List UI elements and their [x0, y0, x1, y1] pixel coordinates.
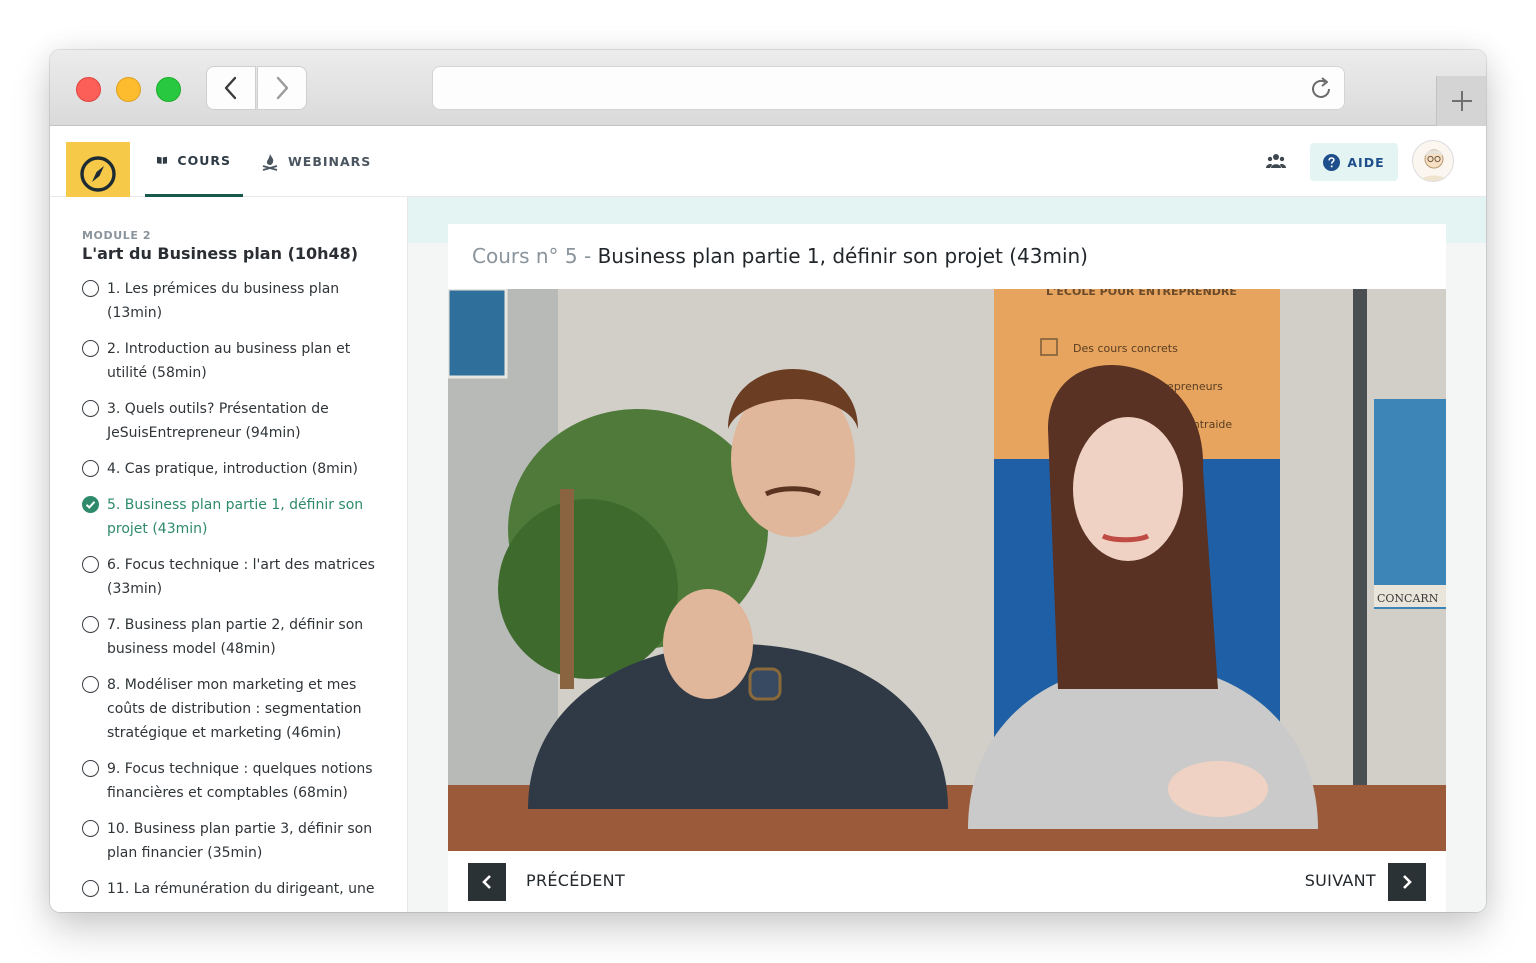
lesson-label: 4. Cas pratique, introduction (8min) [107, 461, 359, 477]
lesson-item-6[interactable]: 6. Focus technique : l'art des matrices … [82, 553, 382, 601]
plus-icon [1451, 91, 1472, 111]
banner-line-1: Des cours concrets [1073, 342, 1178, 355]
lesson-item-11[interactable]: 11. La rémunération du dirigeant, une [82, 877, 382, 901]
lesson-item-7[interactable]: 7. Business plan partie 2, définir son b… [82, 613, 382, 661]
lesson-label: 1. Les prémices du business plan (13min) [107, 281, 340, 321]
lesson-label: 6. Focus technique : l'art des matrices … [107, 557, 375, 597]
lesson-label: 5. Business plan partie 1, définir son p… [107, 497, 364, 537]
course-name: Business plan partie 1, définir son proj… [597, 244, 1088, 268]
lesson-label: 3. Quels outils? Présentation de JeSuisE… [107, 401, 329, 441]
lesson-item-2[interactable]: 2. Introduction au business plan et util… [82, 337, 382, 385]
lesson-item-4[interactable]: 4. Cas pratique, introduction (8min) [82, 457, 382, 481]
address-bar[interactable] [432, 66, 1345, 110]
browser-toolbar [50, 50, 1486, 126]
question-icon [1323, 153, 1341, 171]
next-label[interactable]: SUIVANT [1305, 871, 1376, 890]
close-window-button[interactable] [76, 77, 101, 102]
forward-button[interactable] [257, 66, 307, 110]
lesson-list: 1. Les prémices du business plan (13min)… [82, 277, 407, 901]
lesson-item-1[interactable]: 1. Les prémices du business plan (13min) [82, 277, 382, 325]
course-title: Cours n° 5 - Business plan partie 1, déf… [472, 244, 1088, 268]
next-button[interactable] [1388, 863, 1426, 901]
avatar[interactable] [1412, 140, 1454, 182]
checkmark-icon [85, 501, 96, 509]
video-player[interactable]: L'ÉCOLE POUR ENTREPRENDRE Des cours conc… [448, 289, 1446, 851]
lesson-item-9[interactable]: 9. Focus technique : quelques notions fi… [82, 757, 382, 805]
course-card: Cours n° 5 - Business plan partie 1, déf… [448, 224, 1446, 912]
lesson-pager: PRÉCÉDENT SUIVANT [448, 851, 1446, 912]
back-button[interactable] [206, 66, 256, 110]
video-frame: L'ÉCOLE POUR ENTREPRENDRE Des cours conc… [448, 289, 1446, 851]
radio-icon [82, 340, 99, 357]
browser-window: COURS WEBINARS AIDE MODULE 2 L'art du Bu… [50, 50, 1486, 912]
previous-button[interactable] [468, 863, 506, 901]
tab-webinars-label: WEBINARS [288, 154, 372, 169]
compass-icon [80, 155, 116, 192]
minimize-window-button[interactable] [116, 77, 141, 102]
radio-icon [82, 880, 99, 897]
radio-icon [82, 400, 99, 417]
lesson-label: 11. La rémunération du dirigeant, une [107, 881, 375, 897]
lesson-label: 9. Focus technique : quelques notions fi… [107, 761, 373, 801]
radio-icon [82, 460, 99, 477]
radio-icon [82, 760, 99, 777]
lesson-item-5[interactable]: 5. Business plan partie 1, définir son p… [82, 493, 382, 541]
new-tab-button[interactable] [1436, 76, 1486, 126]
tab-cours-label: COURS [177, 152, 231, 168]
chevron-left-icon [224, 76, 237, 100]
course-number: Cours n° 5 - [472, 244, 592, 268]
maximize-window-button[interactable] [156, 77, 181, 102]
campfire-icon [262, 153, 278, 171]
app-header: COURS WEBINARS AIDE [50, 126, 1486, 205]
logo[interactable] [66, 142, 130, 205]
team-icon[interactable] [1266, 152, 1286, 170]
lesson-label: 8. Modéliser mon marketing et mes coûts … [107, 677, 362, 741]
user-avatar-icon [1420, 149, 1448, 181]
tab-webinars[interactable]: WEBINARS [250, 126, 383, 197]
radio-icon [82, 676, 99, 693]
lesson-item-8[interactable]: 8. Modéliser mon marketing et mes coûts … [82, 673, 382, 745]
module-title: L'art du Business plan (10h48) [82, 244, 359, 263]
help-label: AIDE [1347, 154, 1385, 170]
chevron-left-icon [482, 875, 491, 889]
chevron-right-icon [276, 76, 289, 100]
reload-icon[interactable] [1308, 76, 1334, 102]
radio-icon [82, 556, 99, 573]
poster-text: CONCARN [1377, 592, 1439, 605]
lesson-label: 2. Introduction au business plan et util… [107, 341, 351, 381]
module-label: MODULE 2 [82, 229, 152, 242]
radio-icon [82, 616, 99, 633]
chevron-right-icon [1403, 875, 1412, 889]
lesson-sidebar: MODULE 2 L'art du Business plan (10h48) … [50, 197, 408, 912]
radio-icon [82, 280, 99, 297]
lesson-item-10[interactable]: 10. Business plan partie 3, définir son … [82, 817, 382, 865]
lesson-label: 7. Business plan partie 2, définir son b… [107, 617, 364, 657]
help-button[interactable]: AIDE [1310, 143, 1398, 181]
main-content: Cours n° 5 - Business plan partie 1, déf… [408, 197, 1486, 912]
check-circle-icon [82, 496, 99, 513]
previous-label[interactable]: PRÉCÉDENT [526, 871, 625, 890]
banner-heading: L'ÉCOLE POUR ENTREPRENDRE [1046, 289, 1237, 298]
lesson-item-3[interactable]: 3. Quels outils? Présentation de JeSuisE… [82, 397, 382, 445]
radio-icon [82, 820, 99, 837]
book-icon [157, 156, 168, 164]
lesson-label: 10. Business plan partie 3, définir son … [107, 821, 373, 861]
tab-cours[interactable]: COURS [145, 126, 243, 197]
